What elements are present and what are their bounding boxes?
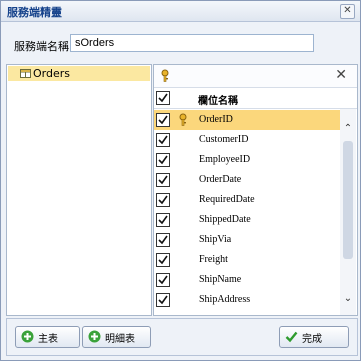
field-checkbox[interactable] (156, 233, 170, 247)
grid-toolbar: ✕ (154, 65, 357, 88)
finish-label: 完成 (302, 334, 322, 345)
scroll-thumb[interactable] (343, 141, 353, 259)
key-icon[interactable] (158, 69, 172, 83)
field-name: OrderID (199, 114, 233, 125)
check-icon (285, 330, 298, 343)
field-name: ShippedDate (199, 214, 251, 225)
table-row[interactable]: ShipName (154, 270, 340, 290)
master-table-label: 主表 (38, 334, 58, 345)
select-all-checkbox[interactable] (156, 91, 170, 105)
add-icon (21, 330, 34, 343)
close-button[interactable]: ✕ (340, 4, 355, 19)
table-row[interactable]: ShipAddress (154, 290, 340, 310)
server-name-input[interactable] (70, 34, 314, 52)
table-icon (20, 68, 31, 79)
scroll-up-icon[interactable]: ⌃ (340, 121, 356, 137)
field-checkbox[interactable] (156, 253, 170, 267)
field-name: ShipAddress (199, 294, 251, 305)
grid-header: 欄位名稱 (154, 88, 357, 109)
table-row[interactable]: ShippedDate (154, 210, 340, 230)
key-icon[interactable] (176, 113, 190, 127)
field-name: OrderDate (199, 174, 242, 185)
finish-button[interactable]: 完成 (279, 326, 349, 348)
column-header-field-name: 欄位名稱 (198, 96, 238, 107)
field-checkbox[interactable] (156, 193, 170, 207)
tree-item-label: Orders (33, 67, 70, 80)
field-checkbox[interactable] (156, 273, 170, 287)
table-tree: Orders (6, 64, 152, 316)
field-checkbox[interactable] (156, 213, 170, 227)
field-checkbox[interactable] (156, 173, 170, 187)
table-row[interactable]: CustomerID (154, 130, 340, 150)
table-row[interactable]: EmployeeID (154, 150, 340, 170)
table-row[interactable]: OrderDate (154, 170, 340, 190)
field-checkbox[interactable] (156, 133, 170, 147)
table-row[interactable]: ShipVia (154, 230, 340, 250)
vertical-scrollbar[interactable]: ⌃ ⌄ (340, 109, 356, 315)
field-name: ShipName (199, 274, 242, 285)
table-row[interactable]: OrderID (154, 110, 340, 130)
field-name: RequiredDate (199, 194, 255, 205)
field-name: EmployeeID (199, 154, 251, 165)
tree-item-orders[interactable]: Orders (8, 66, 150, 81)
window-title: 服務端精靈 (7, 6, 62, 19)
detail-table-button[interactable]: 明細表 (82, 326, 151, 348)
field-name: ShipVia (199, 234, 232, 245)
title-bar[interactable]: 服務端精靈 ✕ (1, 1, 360, 22)
table-row[interactable]: RequiredDate (154, 190, 340, 210)
field-name: Freight (199, 254, 228, 265)
field-name: CustomerID (199, 134, 249, 145)
field-checkbox[interactable] (156, 293, 170, 307)
button-bar: 主表 明細表 完成 (6, 318, 358, 356)
add-icon (88, 330, 101, 343)
master-table-button[interactable]: 主表 (15, 326, 80, 348)
field-checkbox[interactable] (156, 113, 170, 127)
field-checkbox[interactable] (156, 153, 170, 167)
grid-close-icon[interactable]: ✕ (335, 67, 347, 83)
field-grid: ✕ 欄位名稱 OrderID CustomerID EmployeeID OrderD… (153, 64, 358, 316)
server-name-label: 服務端名稱: (14, 40, 73, 53)
detail-table-label: 明細表 (105, 334, 135, 345)
dialog-window: 服務端精靈 ✕ 服務端名稱: Orders (0, 0, 361, 361)
table-row[interactable]: Freight (154, 250, 340, 270)
scroll-down-icon[interactable]: ⌄ (340, 291, 356, 307)
